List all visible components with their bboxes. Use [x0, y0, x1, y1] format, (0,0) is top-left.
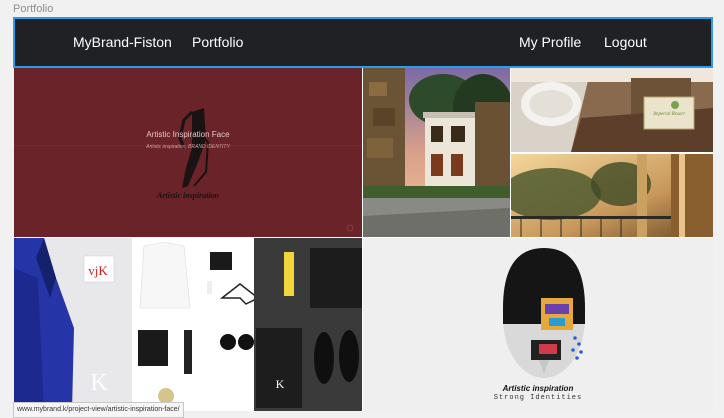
tile-subtitle: Artistic inspiration, BRAND IDENTITY [146, 144, 230, 150]
sunset-balcony-image [511, 154, 713, 237]
fashion-collage-image: vjK K K [14, 238, 362, 411]
svg-text:K: K [90, 370, 108, 396]
brand-link[interactable]: MyBrand-Fiston [73, 34, 172, 50]
portfolio-tile-strong-identities[interactable]: Artistic inspiration Strong Identities [363, 238, 713, 411]
nav-logout-link[interactable]: Logout [604, 34, 647, 50]
top-navbar: MyBrand-Fiston Portfolio My Profile Logo… [13, 17, 713, 68]
portfolio-tile-artistic-inspiration-face[interactable]: Artistic Inspiration Face Artistic inspi… [14, 68, 362, 237]
status-bar-url: www.mybrand.k/project-view/artistic-insp… [13, 402, 184, 418]
svg-text:K: K [276, 377, 285, 391]
portfolio-tile-bathroom-photo[interactable]: Imperial Resort [511, 68, 713, 152]
tile-title: Artistic Inspiration Face [146, 130, 230, 139]
nav-my-profile-link[interactable]: My Profile [519, 34, 581, 50]
resort-sign-text: Imperial Resort [653, 112, 685, 117]
strong-identities-title: Artistic inspiration [502, 384, 574, 393]
portfolio-tile-villa-photo[interactable] [363, 68, 510, 237]
face-logo-graphic [14, 108, 362, 232]
artboard-label: Portfolio [13, 3, 54, 15]
brand-mark-glyph: vjK [88, 263, 108, 278]
portfolio-tile-fashion-collage[interactable]: vjK K K [14, 238, 362, 411]
villa-photo-image [363, 68, 510, 237]
strong-identities-subtitle: Strong Identities [493, 394, 583, 402]
nav-portfolio-link[interactable]: Portfolio [192, 34, 243, 50]
portfolio-grid: Artistic Inspiration Face Artistic inspi… [14, 68, 713, 411]
tile-logo-text: Artistic inspiration [156, 191, 220, 200]
bathroom-photo-image [511, 68, 713, 152]
portfolio-tile-sunset-balcony-photo[interactable] [511, 154, 713, 237]
